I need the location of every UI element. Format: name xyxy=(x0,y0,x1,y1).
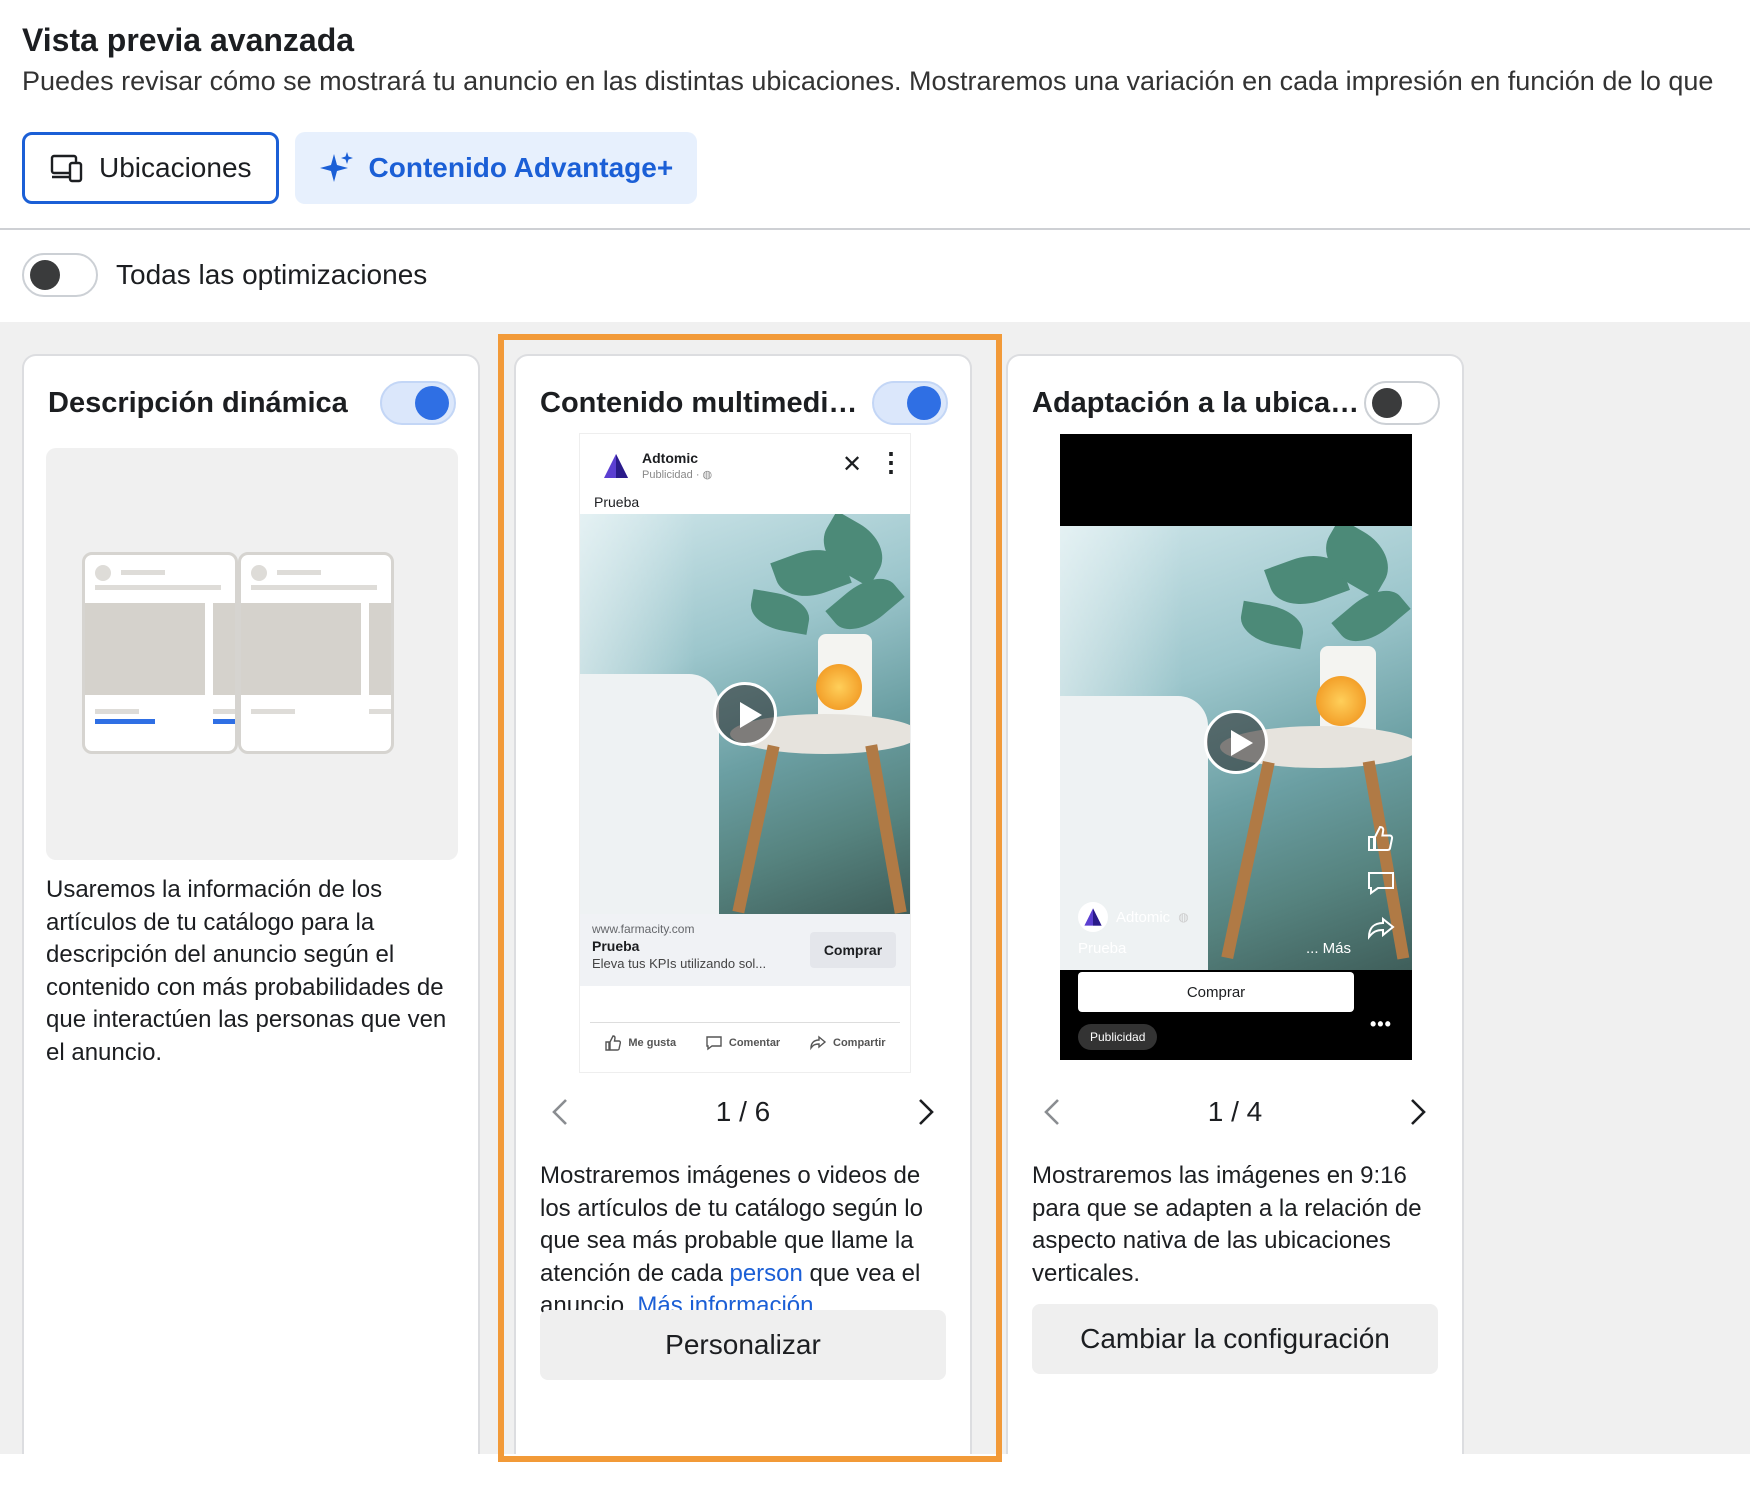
card-title: Contenido multimedia di... xyxy=(540,386,868,419)
card-dynamic-description: Descripción dinámica Usaremos la informa… xyxy=(22,354,480,1454)
comment-label: Comentar xyxy=(728,1036,781,1049)
card-description: Usaremos la información de los artículos… xyxy=(46,876,447,1066)
post-actions: Me gusta Comentar Compartir xyxy=(590,1022,900,1062)
placement-adaptation-toggle[interactable] xyxy=(1364,381,1440,425)
like-label: Me gusta xyxy=(628,1036,677,1049)
play-icon[interactable] xyxy=(713,682,777,746)
preview-pager: 1 / 6 xyxy=(540,1082,946,1142)
card-placement-adaptation: Adaptación a la ubicación Adtomic ◍ Prue… xyxy=(1006,354,1464,1454)
like-action[interactable]: Me gusta xyxy=(604,1034,676,1052)
card-title: Adaptación a la ubicación xyxy=(1032,386,1360,419)
comment-icon[interactable] xyxy=(1366,868,1396,898)
tab-advantage-content[interactable]: Contenido Advantage+ xyxy=(294,132,698,204)
share-icon xyxy=(810,1035,827,1050)
sponsored-label: Publicidad · ◍ xyxy=(642,469,713,481)
link-description: Eleva tus KPIs utilizando sol... xyxy=(592,956,767,971)
next-arrow-icon[interactable] xyxy=(1398,1092,1438,1132)
primary-text: Prueba xyxy=(594,494,640,510)
reel-advertiser: Adtomic ◍ xyxy=(1078,902,1189,932)
all-optimizations-row: Todas las optimizaciones xyxy=(22,252,427,298)
preview-mode-tabs: Ubicaciones Contenido Advantage+ xyxy=(22,132,698,204)
share-label: Compartir xyxy=(833,1036,886,1049)
link-url: www.farmacity.com xyxy=(592,922,695,936)
more-options-icon[interactable]: ⋮ xyxy=(878,448,904,476)
sponsored-badge: Publicidad xyxy=(1078,1024,1158,1050)
feed-ad-preview: Adtomic Publicidad · ◍ ✕ ⋮ Prueba www.fa… xyxy=(540,434,946,1072)
preview-pager: 1 / 4 xyxy=(1032,1082,1438,1142)
more-options-icon[interactable]: ••• xyxy=(1370,1014,1392,1035)
post-header: Adtomic Publicidad · ◍ ✕ ⋮ xyxy=(602,448,904,488)
card-description: Mostraremos imágenes o videos de los art… xyxy=(540,1160,946,1323)
thumbs-up-icon xyxy=(605,1034,622,1051)
divider xyxy=(0,228,1750,230)
dynamic-description-illustration xyxy=(46,448,458,860)
all-optimizations-label: Todas las optimizaciones xyxy=(116,259,428,290)
change-settings-button[interactable]: Cambiar la configuración xyxy=(1032,1304,1438,1374)
feed-post: Adtomic Publicidad · ◍ ✕ ⋮ Prueba www.fa… xyxy=(580,434,910,1072)
page-title: Vista previa avanzada xyxy=(22,22,355,58)
advertiser-name: Adtomic xyxy=(642,450,698,466)
ad-media-image xyxy=(580,514,910,914)
shop-now-button[interactable]: Comprar xyxy=(810,932,896,968)
comment-action[interactable]: Comentar xyxy=(705,1034,780,1052)
tab-placements[interactable]: Ubicaciones xyxy=(22,132,279,204)
link-headline: Prueba xyxy=(592,938,640,954)
adtomic-logo-icon xyxy=(604,454,628,478)
card-description: Mostraremos las imágenes en 9:16 para qu… xyxy=(1032,1162,1422,1287)
dynamic-media-toggle[interactable] xyxy=(872,381,948,425)
shop-now-button[interactable]: Comprar xyxy=(1078,972,1354,1012)
card-dynamic-media: Contenido multimedia di... Adtomic Publi… xyxy=(514,354,972,1454)
customize-button[interactable]: Personalizar xyxy=(540,1310,946,1380)
card-header: Contenido multimedia di... xyxy=(540,376,948,430)
pager-count: 1 / 6 xyxy=(715,1096,771,1127)
close-icon[interactable]: ✕ xyxy=(842,450,862,479)
link-cta-bar: www.farmacity.com Prueba Eleva tus KPIs … xyxy=(580,914,910,986)
advertiser-name: Adtomic xyxy=(1116,908,1171,926)
comment-icon xyxy=(706,1035,722,1050)
adtomic-logo-icon xyxy=(1078,902,1108,932)
play-icon[interactable] xyxy=(1204,710,1268,774)
see-more-link[interactable]: ... Más xyxy=(1306,940,1351,957)
card-title: Descripción dinámica xyxy=(48,386,348,419)
sparkle-icon xyxy=(319,152,353,182)
mock-ad-left xyxy=(82,552,238,754)
primary-text: Prueba xyxy=(1078,940,1127,957)
tab-advantage-label: Contenido Advantage+ xyxy=(368,152,674,183)
thumbs-up-icon[interactable] xyxy=(1366,824,1396,854)
page-subtitle: Puedes revisar cómo se mostrará tu anunc… xyxy=(22,66,1714,96)
card-header: Adaptación a la ubicación xyxy=(1032,376,1440,430)
previous-arrow-icon[interactable] xyxy=(1032,1092,1072,1132)
reels-ad-preview: Adtomic ◍ Prueba ... Más Comprar Publici… xyxy=(1060,434,1412,1060)
devices-icon xyxy=(50,154,83,183)
toggle-knob xyxy=(907,386,941,420)
mock-ad-right xyxy=(238,552,394,754)
previous-arrow-icon[interactable] xyxy=(540,1092,580,1132)
toggle-knob xyxy=(1372,388,1402,418)
share-action[interactable]: Compartir xyxy=(809,1034,886,1052)
toggle-knob xyxy=(30,260,60,290)
person-link[interactable]: person xyxy=(729,1260,802,1287)
dynamic-description-toggle[interactable] xyxy=(380,381,456,425)
all-optimizations-toggle[interactable] xyxy=(22,253,98,297)
tab-placements-label: Ubicaciones xyxy=(99,152,252,183)
card-header: Descripción dinámica xyxy=(48,376,456,430)
globe-icon: ◍ xyxy=(1178,910,1189,924)
share-icon[interactable] xyxy=(1366,914,1396,944)
pager-count: 1 / 4 xyxy=(1207,1096,1263,1127)
next-arrow-icon[interactable] xyxy=(906,1092,946,1132)
header: Vista previa avanzada Puedes revisar cóm… xyxy=(22,18,1750,100)
toggle-knob xyxy=(415,386,449,420)
